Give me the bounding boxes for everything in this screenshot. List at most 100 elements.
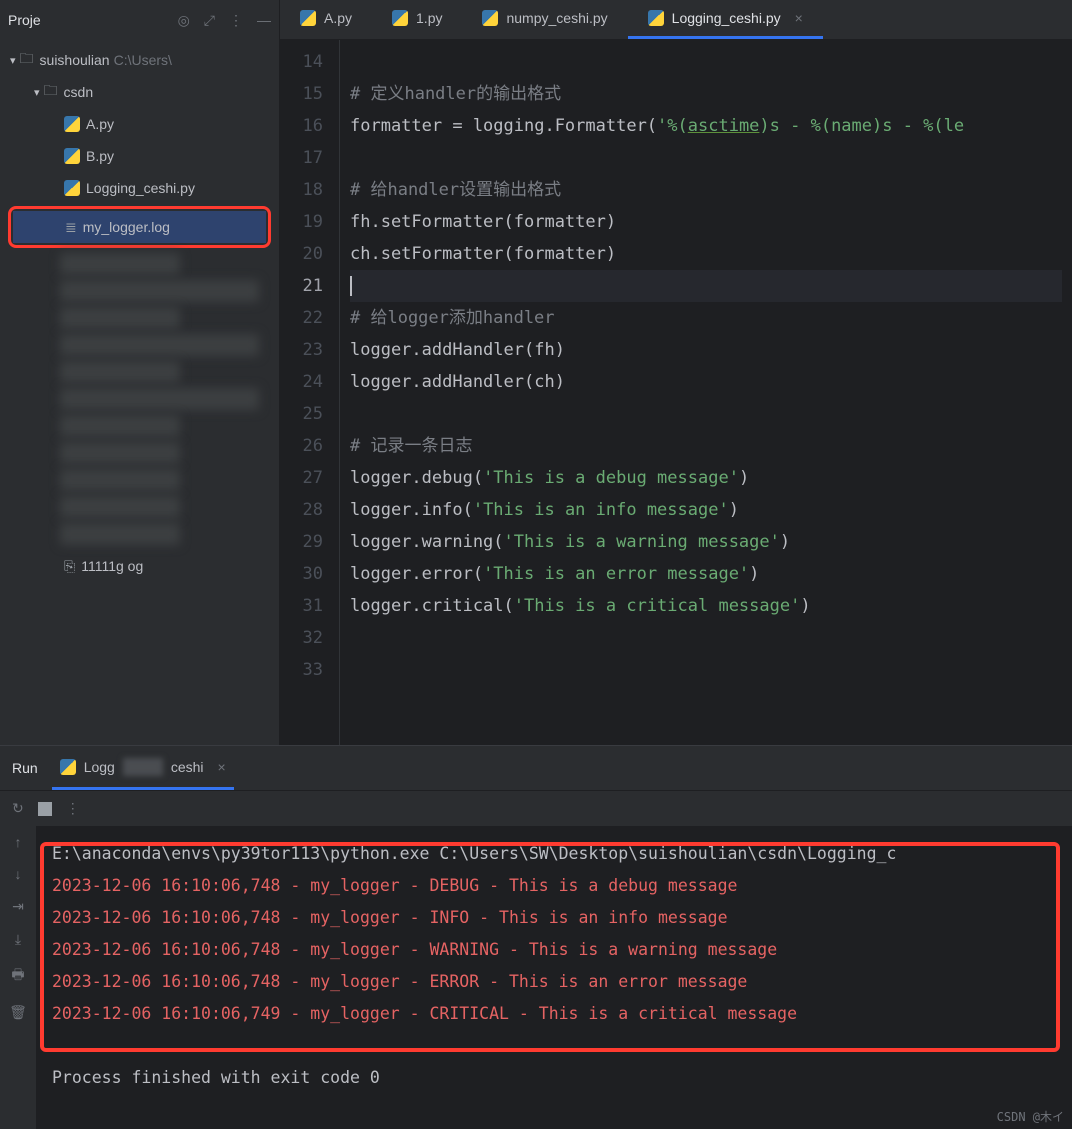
tab-numpy_ceshi-py[interactable]: numpy_ceshi.py	[462, 0, 627, 39]
console-log-line: 2023-12-06 16:10:06,748 - my_logger - WA…	[52, 934, 1056, 966]
tree-file-extra[interactable]: ⎘ 11111g og	[0, 550, 279, 582]
blurred-text	[123, 758, 163, 776]
blurred-item	[60, 334, 259, 356]
code-editor[interactable]: 1415161718192021222324252627282930313233…	[280, 40, 1072, 745]
console-log-line: 2023-12-06 16:10:06,748 - my_logger - DE…	[52, 870, 1056, 902]
code-content[interactable]: # 定义handler的输出格式formatter = logging.Form…	[340, 40, 1072, 745]
annotation-highlight: ≣ my_logger.log	[8, 206, 271, 248]
blurred-item	[60, 469, 180, 491]
code-line-27[interactable]: logger.debug('This is a debug message')	[350, 462, 1062, 494]
code-line-30[interactable]: logger.error('This is an error message')	[350, 558, 1062, 590]
console-blank	[52, 1030, 1056, 1062]
code-line-23[interactable]: logger.addHandler(fh)	[350, 334, 1062, 366]
code-line-22[interactable]: # 给logger添加handler	[350, 302, 1062, 334]
sidebar-header: Proje ◎ ⤢ ⋮ —	[0, 0, 279, 40]
wrap-icon[interactable]: ⇥	[12, 898, 24, 915]
print-icon[interactable]: 🖶	[11, 964, 24, 988]
run-gutter: ↑ ↓ ⇥ ⤓ 🖶 🗑	[0, 826, 36, 1129]
code-line-19[interactable]: fh.setFormatter(formatter)	[350, 206, 1062, 238]
blurred-item	[60, 442, 180, 464]
sidebar-title: Proje	[8, 12, 41, 28]
file-icon: ≣	[65, 219, 77, 236]
run-title: Run	[12, 760, 38, 776]
close-icon[interactable]: ×	[795, 10, 803, 26]
trash-icon[interactable]: 🗑	[9, 1004, 27, 1021]
tree-root-path: C:\Users\	[114, 52, 172, 68]
tree-file-mylog[interactable]: ≣ my_logger.log	[13, 211, 266, 243]
code-line-28[interactable]: logger.info('This is an info message')	[350, 494, 1062, 526]
chevron-down-icon[interactable]: ▾	[10, 54, 16, 67]
project-sidebar: Proje ◎ ⤢ ⋮ — ▾ 🗀 suishoulian C:\Users\ …	[0, 0, 280, 745]
code-line-29[interactable]: logger.warning('This is a warning messag…	[350, 526, 1062, 558]
code-line-21[interactable]	[350, 270, 1062, 302]
run-header: Run Logg ceshi ×	[0, 746, 1072, 790]
expand-icon[interactable]: ⤢	[204, 12, 215, 29]
blurred-item	[60, 523, 180, 545]
tree-root[interactable]: ▾ 🗀 suishoulian C:\Users\	[0, 44, 279, 76]
tree-file-a[interactable]: A.py	[0, 108, 279, 140]
tab-A-py[interactable]: A.py	[280, 0, 372, 39]
code-line-15[interactable]: # 定义handler的输出格式	[350, 78, 1062, 110]
tree-root-label: suishoulian	[40, 52, 110, 68]
code-line-31[interactable]: logger.critical('This is a critical mess…	[350, 590, 1062, 622]
python-icon	[482, 10, 498, 26]
python-icon	[392, 10, 408, 26]
console-exit: Process finished with exit code 0	[52, 1062, 1056, 1094]
tab-Logging_ceshi-py[interactable]: Logging_ceshi.py×	[628, 0, 823, 39]
code-line-24[interactable]: logger.addHandler(ch)	[350, 366, 1062, 398]
more-icon[interactable]: ⋮	[66, 800, 80, 817]
code-line-33[interactable]	[350, 654, 1062, 686]
python-icon	[300, 10, 316, 26]
editor-tabs: A.py1.pynumpy_ceshi.pyLogging_ceshi.py×	[280, 0, 1072, 40]
console-log-line: 2023-12-06 16:10:06,749 - my_logger - CR…	[52, 998, 1056, 1030]
console-log-line: 2023-12-06 16:10:06,748 - my_logger - IN…	[52, 902, 1056, 934]
watermark: CSDN @木イ	[997, 1108, 1064, 1125]
folder-icon: 🗀	[20, 48, 34, 72]
python-icon	[64, 148, 80, 164]
editor-area: A.py1.pynumpy_ceshi.pyLogging_ceshi.py× …	[280, 0, 1072, 745]
console-output[interactable]: E:\anaconda\envs\py39tor113\python.exe C…	[36, 826, 1072, 1129]
python-icon	[60, 759, 76, 775]
tree-file-logging[interactable]: Logging_ceshi.py	[0, 172, 279, 204]
blurred-item	[60, 361, 180, 383]
project-tree[interactable]: ▾ 🗀 suishoulian C:\Users\ ▾ 🗀 csdn A.py …	[0, 40, 279, 745]
run-tab[interactable]: Logg ceshi ×	[52, 746, 234, 790]
console-cmd: E:\anaconda\envs\py39tor113\python.exe C…	[52, 838, 1056, 870]
blurred-item	[60, 415, 180, 437]
code-line-18[interactable]: # 给handler设置输出格式	[350, 174, 1062, 206]
tree-folder-csdn[interactable]: ▾ 🗀 csdn	[0, 76, 279, 108]
blurred-item	[60, 253, 180, 275]
tree-file-b[interactable]: B.py	[0, 140, 279, 172]
chevron-down-icon[interactable]: ▾	[34, 86, 40, 99]
blurred-item	[60, 280, 259, 302]
code-line-20[interactable]: ch.setFormatter(formatter)	[350, 238, 1062, 270]
stop-button[interactable]	[38, 802, 52, 816]
rerun-icon[interactable]: ↻	[12, 800, 24, 817]
folder-icon: 🗀	[44, 80, 58, 104]
scroll-icon[interactable]: ⤓	[15, 931, 21, 948]
code-line-26[interactable]: # 记录一条日志	[350, 430, 1062, 462]
code-line-32[interactable]	[350, 622, 1062, 654]
up-icon[interactable]: ↑	[15, 834, 22, 850]
code-line-16[interactable]: formatter = logging.Formatter('%(asctime…	[350, 110, 1062, 142]
target-icon[interactable]: ◎	[178, 12, 190, 29]
code-line-17[interactable]	[350, 142, 1062, 174]
code-line-14[interactable]	[350, 46, 1062, 78]
python-icon	[64, 116, 80, 132]
file-icon: ⎘	[64, 558, 75, 575]
tab-1-py[interactable]: 1.py	[372, 0, 462, 39]
collapse-icon[interactable]: —	[257, 12, 271, 29]
console-log-line: 2023-12-06 16:10:06,748 - my_logger - ER…	[52, 966, 1056, 998]
python-icon	[64, 180, 80, 196]
blurred-item	[60, 307, 180, 329]
down-icon[interactable]: ↓	[15, 866, 22, 882]
run-toolbar: ↻ ⋮	[0, 790, 1072, 826]
code-line-25[interactable]	[350, 398, 1062, 430]
close-icon[interactable]: ×	[218, 759, 226, 775]
blurred-item	[60, 388, 259, 410]
blurred-item	[60, 496, 180, 518]
line-gutter: 1415161718192021222324252627282930313233	[280, 40, 340, 745]
run-panel: Run Logg ceshi × ↻ ⋮ ↑ ↓ ⇥ ⤓ 🖶 🗑	[0, 745, 1072, 1129]
more-icon[interactable]: ⋮	[229, 12, 243, 29]
python-icon	[648, 10, 664, 26]
